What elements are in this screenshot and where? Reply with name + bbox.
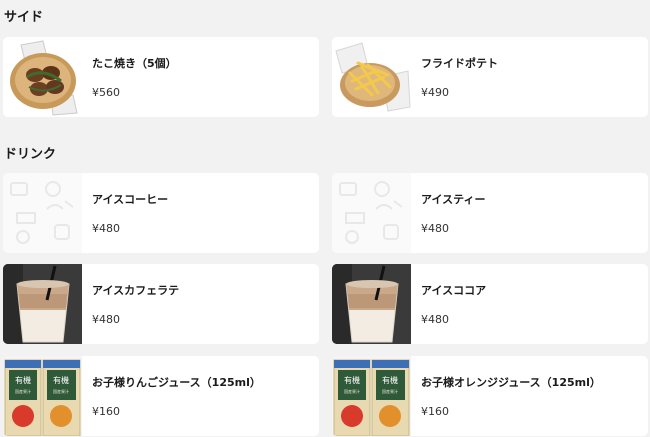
- item-price: ¥480: [421, 313, 449, 326]
- item-price: ¥480: [92, 313, 120, 326]
- item-name: お子様オレンジジュース（125ml）: [421, 376, 601, 389]
- fries-image: [332, 37, 411, 117]
- iced-latte-image: [3, 264, 82, 344]
- orange-juice-box-image: 有機 国産果汁 有機 国産果汁: [332, 356, 411, 436]
- item-price: ¥160: [421, 405, 449, 418]
- svg-text:有機: 有機: [53, 375, 69, 385]
- menu-item-kids-apple-juice[interactable]: 有機 国産果汁 有機 国産果汁 お子様りんごジュース（125ml） ¥160: [3, 356, 319, 436]
- placeholder-pattern-image: [332, 173, 411, 253]
- menu-item-iced-tea[interactable]: アイスティー ¥480: [332, 173, 648, 253]
- menu-item-iced-cafe-latte[interactable]: アイスカフェラテ ¥480: [3, 264, 319, 344]
- takoyaki-image: [3, 37, 82, 117]
- menu-item-iced-cocoa[interactable]: アイスココア ¥480: [332, 264, 648, 344]
- svg-text:有機: 有機: [382, 375, 398, 385]
- item-price: ¥160: [92, 405, 120, 418]
- item-price: ¥560: [92, 86, 120, 99]
- iced-cocoa-image: [332, 264, 411, 344]
- item-name: アイスカフェラテ: [92, 284, 180, 297]
- section-title-drink: ドリンク: [4, 147, 57, 162]
- item-name: お子様りんごジュース（125ml）: [92, 376, 261, 389]
- item-name: アイスティー: [421, 193, 486, 206]
- placeholder-pattern-image: [3, 173, 82, 253]
- svg-text:国産果汁: 国産果汁: [15, 388, 31, 394]
- svg-text:有機: 有機: [344, 375, 360, 385]
- item-name: フライドポテト: [421, 57, 498, 70]
- item-name: たこ焼き（5個）: [92, 57, 177, 70]
- item-price: ¥490: [421, 86, 449, 99]
- svg-text:国産果汁: 国産果汁: [382, 388, 398, 394]
- svg-text:有機: 有機: [15, 375, 31, 385]
- svg-text:国産果汁: 国産果汁: [344, 388, 360, 394]
- menu-item-kids-orange-juice[interactable]: 有機 国産果汁 有機 国産果汁 お子様オレンジジュース（125ml） ¥160: [332, 356, 648, 436]
- menu-item-iced-coffee[interactable]: アイスコーヒー ¥480: [3, 173, 319, 253]
- item-price: ¥480: [421, 222, 449, 235]
- menu-item-fries[interactable]: フライドポテト ¥490: [332, 37, 648, 117]
- item-name: アイスコーヒー: [92, 193, 169, 206]
- menu-item-takoyaki[interactable]: たこ焼き（5個） ¥560: [3, 37, 319, 117]
- section-title-side: サイド: [4, 10, 44, 25]
- item-price: ¥480: [92, 222, 120, 235]
- svg-text:国産果汁: 国産果汁: [53, 388, 69, 394]
- apple-juice-box-image: 有機 国産果汁 有機 国産果汁: [3, 356, 82, 436]
- item-name: アイスココア: [421, 284, 487, 297]
